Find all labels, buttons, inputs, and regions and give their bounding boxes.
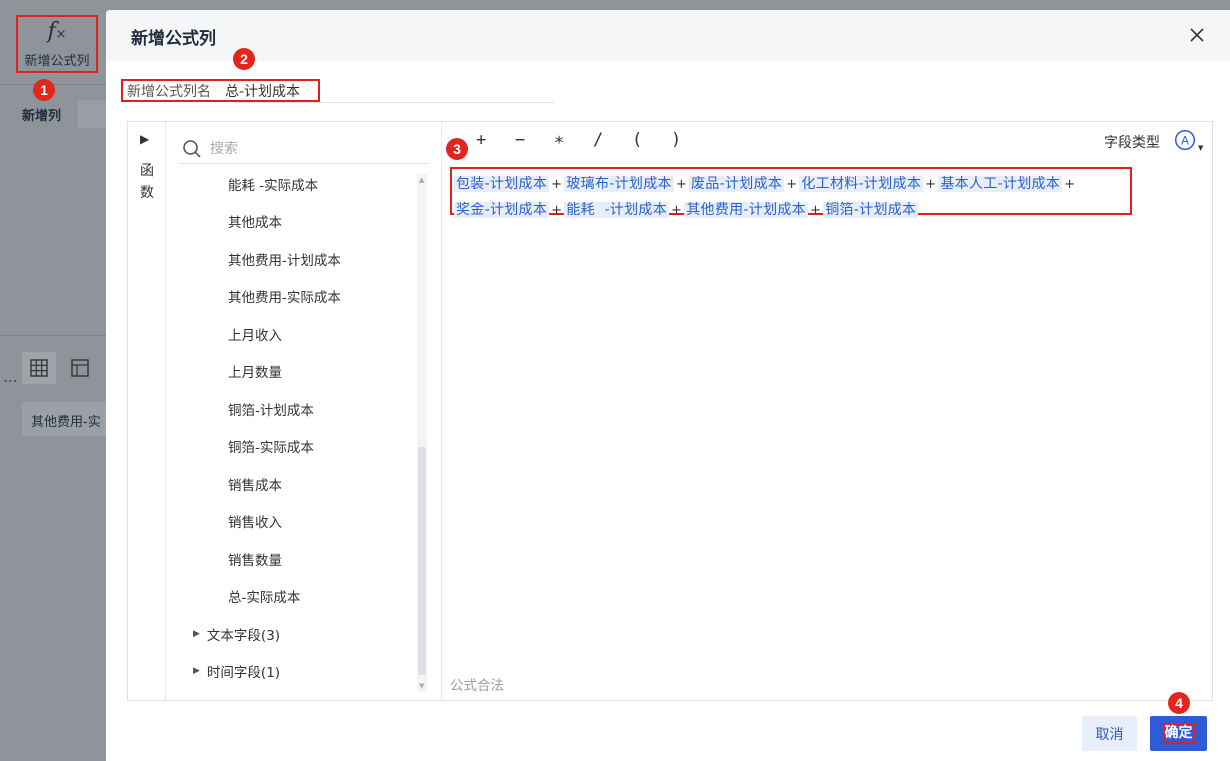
confirm-button[interactable]: 确定 — [1150, 716, 1207, 751]
column-name-input[interactable] — [225, 82, 315, 99]
layout-view-button[interactable] — [63, 352, 97, 384]
list-item[interactable]: 上月收入 — [228, 324, 282, 344]
drag-handle-icon[interactable]: ⋮ — [2, 374, 18, 386]
input-underline — [234, 102, 554, 103]
formula-token[interactable]: 废品-计划成本 — [689, 176, 785, 192]
formula-token[interactable]: 包装-计划成本 — [454, 176, 550, 192]
list-item[interactable]: 总-实际成本 — [228, 586, 300, 606]
svg-text:A: A — [1181, 134, 1189, 148]
formula-operator: + — [675, 177, 688, 192]
list-item[interactable]: 其他费用-计划成本 — [228, 249, 341, 269]
multiply-operator-button[interactable]: ∗ — [554, 130, 593, 150]
formula-line: 奖金-计划成本 + 能耗 -计划成本 + 其他费用-计划成本 + 铜箔-计划成本 — [454, 200, 919, 221]
new-column-label: 新增列 — [22, 109, 62, 124]
formula-operator: + — [551, 177, 563, 192]
formula-operator: + — [786, 177, 798, 192]
formula-token[interactable]: 基本人工-计划成本 — [938, 176, 1063, 192]
right-paren-button[interactable]: ) — [671, 130, 710, 150]
add-formula-column-button[interactable]: f× 新增公式列 — [16, 15, 98, 73]
validation-status: 公式合法 — [450, 678, 504, 694]
list-item[interactable]: 铜箔-实际成本 — [228, 436, 314, 456]
formula-editor: ▶ 函数 能耗 -实际成本 其他成本 其他费用-计划成本 其他费用-实际成本 上… — [127, 121, 1213, 701]
search-icon — [183, 139, 201, 158]
field-group[interactable]: ▶ 文本字段(3) — [193, 624, 280, 644]
plus-operator-button[interactable]: + — [476, 130, 515, 150]
grid-icon — [30, 359, 48, 377]
list-item[interactable]: 其他成本 — [228, 211, 282, 231]
field-group-label: 文本字段(3) — [206, 628, 281, 644]
formula-token[interactable]: 其他费用-计划成本 — [684, 202, 808, 218]
scroll-up-icon[interactable]: ▲ — [419, 176, 424, 184]
formula-token[interactable]: 化工材料-计划成本 — [799, 176, 924, 192]
expand-icon[interactable]: ▶ — [140, 132, 149, 146]
confirm-button-label: 确定 — [1162, 723, 1195, 744]
add-formula-column-label: 新增公式列 — [24, 53, 90, 69]
list-item[interactable]: 销售数量 — [228, 549, 282, 569]
operator-toolbar: + − ∗ / ( ) — [476, 130, 710, 150]
field-pane: 能耗 -实际成本 其他成本 其他费用-计划成本 其他费用-实际成本 上月收入 上… — [166, 122, 442, 700]
function-tab[interactable]: ▶ 函数 — [128, 122, 166, 700]
divide-operator-button[interactable]: / — [593, 130, 632, 150]
function-tab-label: 函数 — [140, 163, 154, 201]
scroll-down-icon[interactable]: ▼ — [419, 682, 424, 690]
close-icon[interactable] — [1186, 24, 1208, 46]
list-item[interactable]: 销售成本 — [228, 474, 282, 494]
text-type-icon[interactable]: A — [1174, 129, 1196, 151]
divider — [0, 335, 106, 336]
formula-token[interactable]: 奖金-计划成本 — [454, 202, 550, 218]
background-toolbar: f× 新增公式列 — [0, 0, 106, 84]
list-item[interactable]: 销售收入 — [228, 511, 282, 531]
step-badge: 1 — [33, 79, 55, 101]
list-item[interactable]: 铜箔-计划成本 — [228, 399, 314, 419]
caret-right-icon: ▶ — [193, 629, 200, 639]
formula-pane: + − ∗ / ( ) 字段类型 A ▼ 包装-计划成本 + 玻璃布-计划成本 + 废品… — [442, 122, 1212, 700]
search-box[interactable] — [179, 134, 429, 164]
layout-icon — [71, 359, 89, 377]
fx-icon: f× — [47, 18, 67, 44]
column-name-label: 新增公式列名 — [127, 83, 211, 100]
caret-right-icon: ▶ — [193, 666, 200, 676]
add-formula-column-dialog: 新增公式列 新增公式列名 ▶ 函数 能耗 -实际成本 其他成本 其他费用-计划成… — [106, 10, 1230, 761]
list-item[interactable]: 其他费用-实际成本 — [228, 286, 341, 306]
formula-token[interactable]: 铜箔-计划成本 — [823, 202, 919, 218]
search-input[interactable] — [210, 140, 410, 157]
list-item[interactable]: 能耗 -实际成本 — [228, 174, 318, 194]
left-paren-button[interactable]: ( — [632, 130, 671, 150]
formula-operator: + — [1064, 177, 1076, 192]
dialog-header: 新增公式列 — [106, 10, 1230, 61]
scrollbar-thumb[interactable] — [418, 447, 426, 675]
dropdown-caret-icon[interactable]: ▼ — [1198, 144, 1203, 152]
formula-line: 包装-计划成本 + 玻璃布-计划成本 + 废品-计划成本 + 化工材料-计划成本 + 基本人工-… — [454, 174, 1077, 195]
formula-operator: + — [671, 203, 683, 218]
formula-expression[interactable]: 包装-计划成本 + 玻璃布-计划成本 + 废品-计划成本 + 化工材料-计划成本 + 基本人工-… — [450, 167, 1132, 218]
step-badge: 2 — [233, 48, 255, 70]
background-chip — [78, 100, 106, 128]
column-name-row: 新增公式列名 — [121, 79, 320, 102]
dialog-title: 新增公式列 — [131, 29, 216, 49]
list-item[interactable]: 上月数量 — [228, 361, 282, 381]
field-group[interactable]: ▶ 时间字段(1) — [193, 661, 280, 681]
step-badge: 4 — [1168, 692, 1190, 714]
formula-operator: + — [551, 203, 563, 218]
field-list: 能耗 -实际成本 其他成本 其他费用-计划成本 其他费用-实际成本 上月收入 上… — [166, 168, 416, 693]
cancel-button[interactable]: 取消 — [1082, 716, 1137, 751]
field-type-label: 字段类型 — [1104, 135, 1160, 151]
minus-operator-button[interactable]: − — [515, 130, 554, 150]
formula-token[interactable]: 能耗 -计划成本 — [564, 202, 670, 218]
formula-token[interactable]: 玻璃布-计划成本 — [564, 176, 674, 192]
formula-operator: + — [925, 177, 937, 192]
field-group-label: 时间字段(1) — [206, 665, 281, 681]
step-badge: 3 — [446, 138, 468, 160]
formula-operator: + — [809, 203, 822, 218]
field-chip[interactable]: 其他费用-实 — [22, 402, 106, 436]
table-view-button[interactable] — [22, 352, 56, 384]
